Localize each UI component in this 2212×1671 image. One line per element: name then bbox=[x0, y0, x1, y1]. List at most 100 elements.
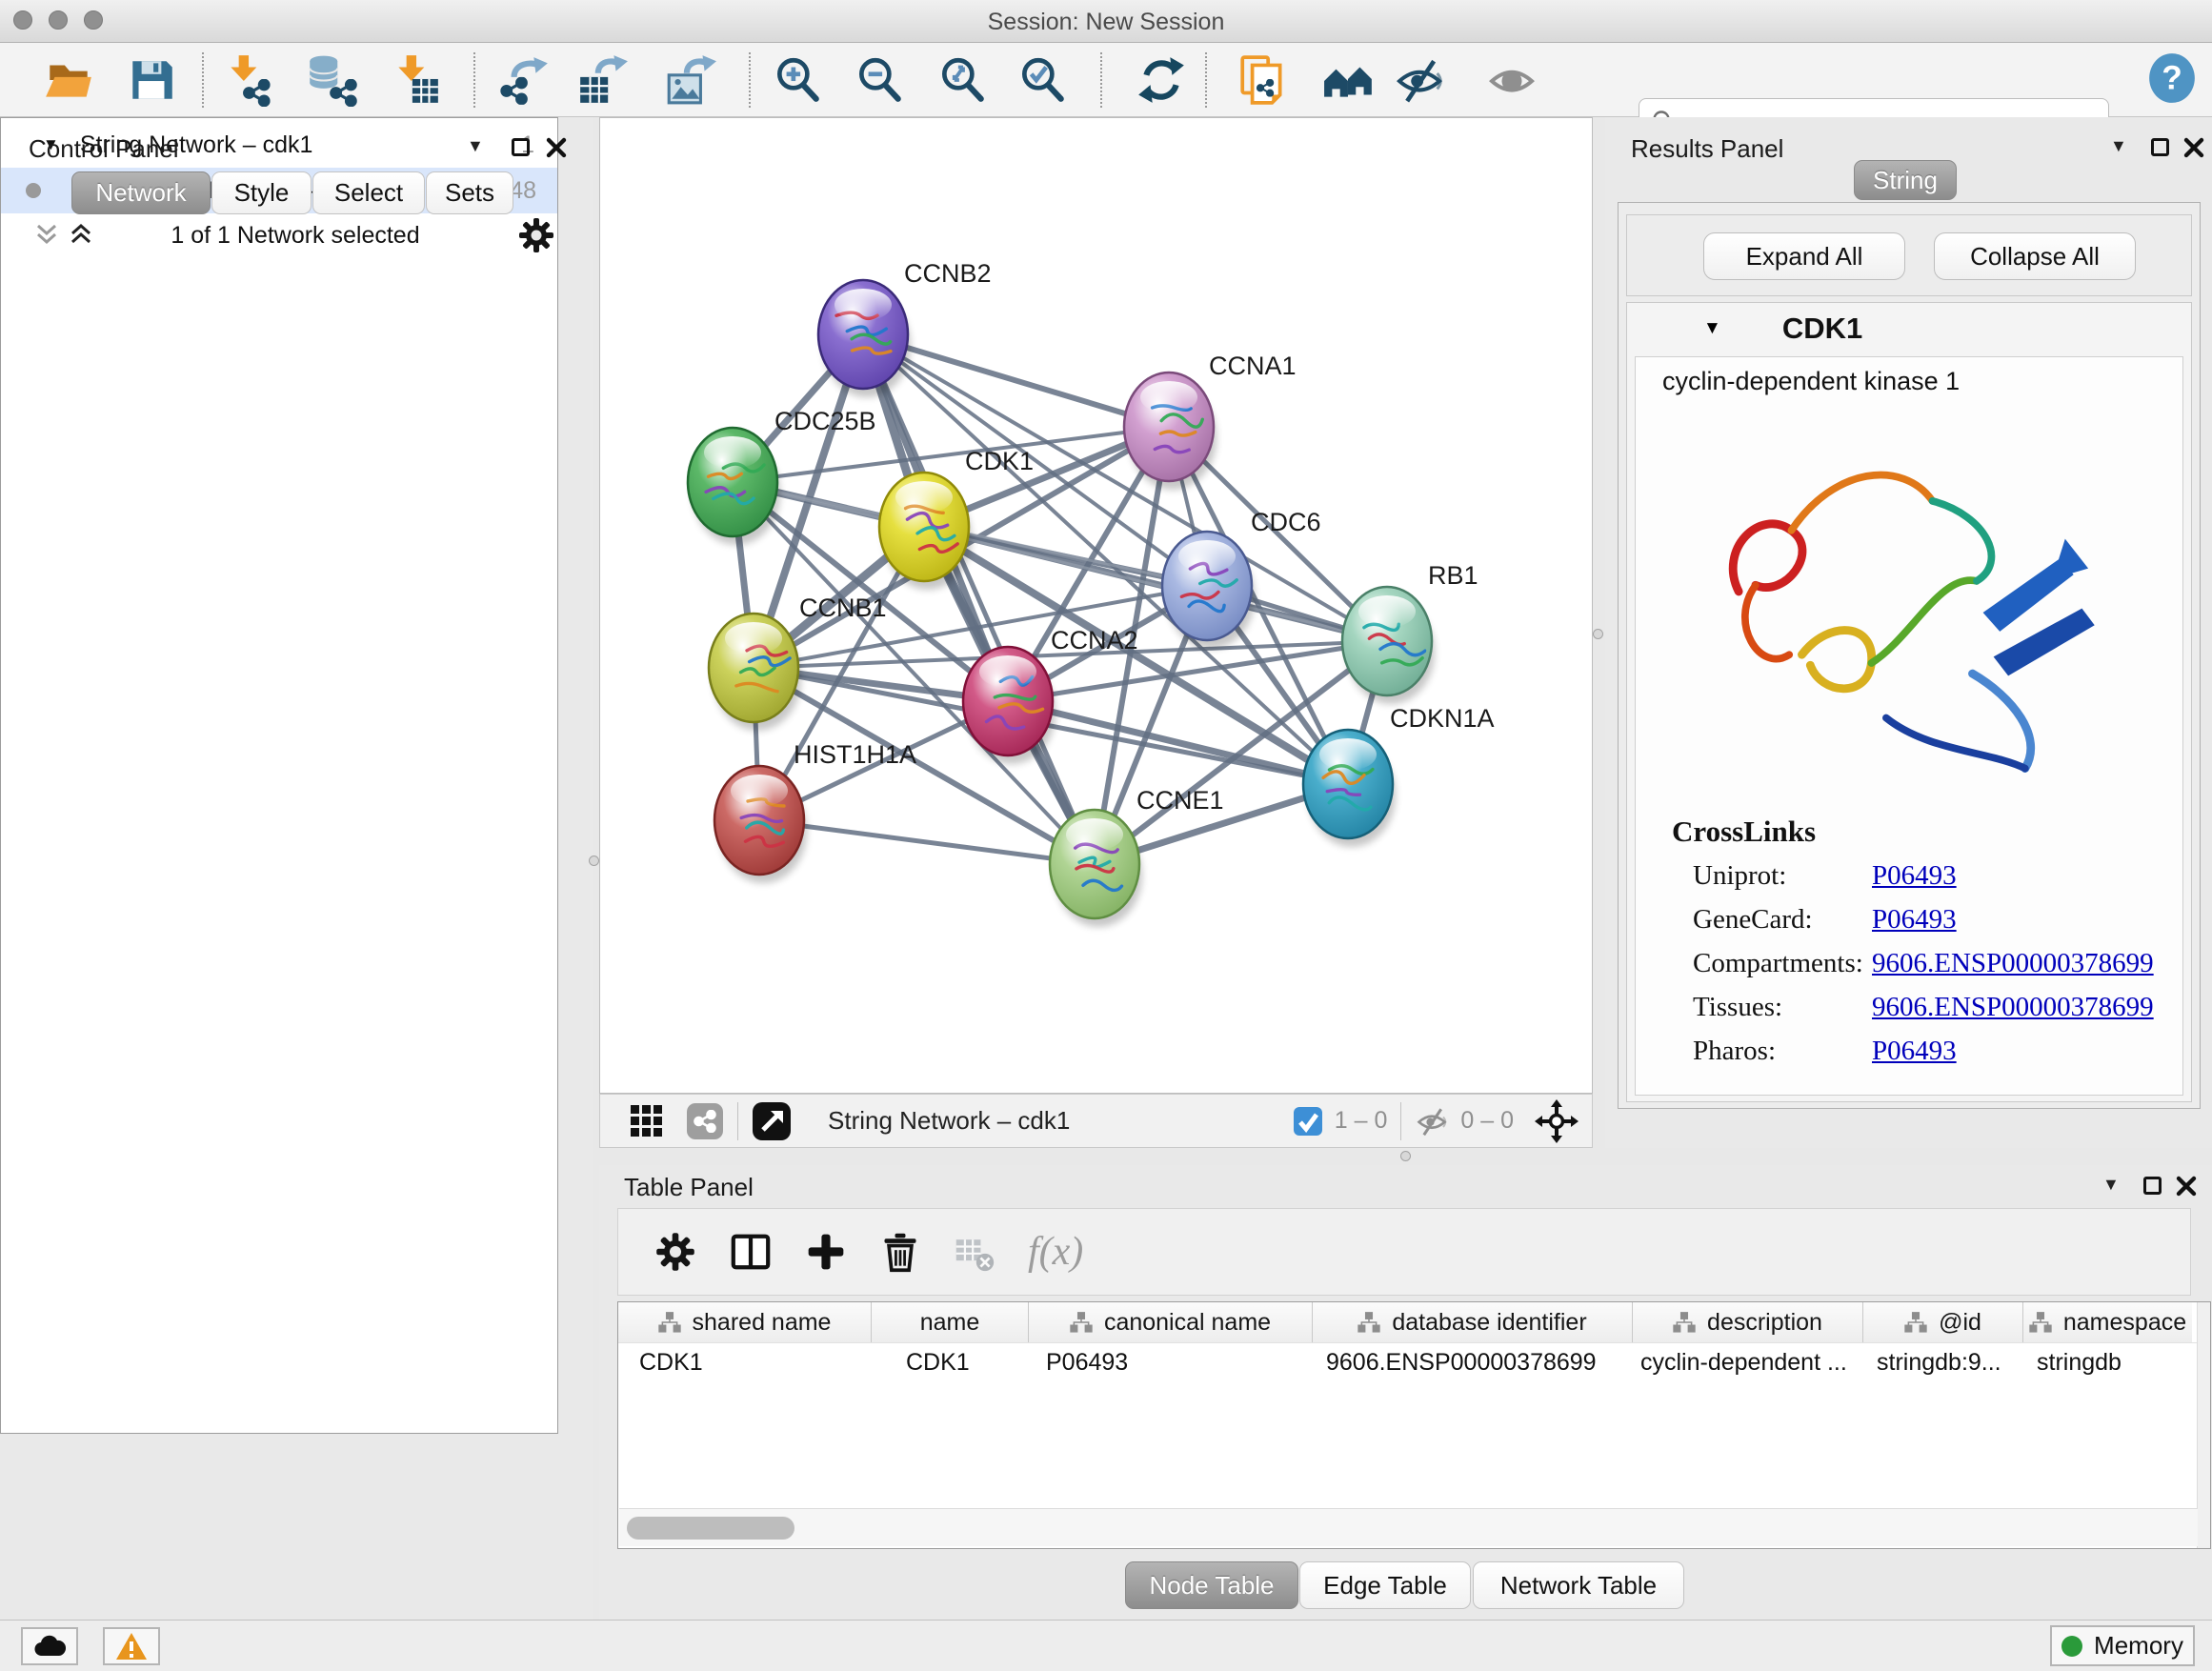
show-columns-icon[interactable] bbox=[729, 1230, 773, 1274]
results-panel-menu-icon[interactable]: ▼ bbox=[2110, 136, 2127, 156]
crosslink-value-link[interactable]: P06493 bbox=[1872, 904, 1957, 948]
column-label: database identifier bbox=[1392, 1309, 1586, 1337]
grid-view-icon[interactable] bbox=[629, 1103, 665, 1139]
section-expander-icon[interactable]: ▼ bbox=[1703, 318, 1721, 339]
warnings-button[interactable] bbox=[103, 1627, 160, 1665]
fit-content-crosshair-icon[interactable] bbox=[1535, 1099, 1579, 1143]
protein-description: cyclin-dependent kinase 1 bbox=[1636, 357, 2182, 396]
control-panel-float-icon[interactable] bbox=[512, 138, 530, 156]
tab-node-table-label: Node Table bbox=[1149, 1571, 1274, 1601]
table-horizontal-scrollbar[interactable] bbox=[619, 1508, 2198, 1546]
table-toolbar: f(x) bbox=[617, 1208, 2191, 1296]
export-network-icon[interactable] bbox=[498, 53, 552, 107]
crosslink-label: Uniprot: bbox=[1693, 860, 1872, 904]
crosslink-label: Pharos: bbox=[1693, 1036, 1872, 1079]
show-hidden-eye-icon[interactable] bbox=[1485, 53, 1538, 107]
cell-canonical-name[interactable]: P06493 bbox=[1029, 1343, 1313, 1381]
column-header-id[interactable]: @id bbox=[1863, 1302, 2023, 1342]
crosslink-value-link[interactable]: P06493 bbox=[1872, 860, 1957, 904]
table-row[interactable]: CDK1 CDK1 P06493 9606.ENSP00000378699 cy… bbox=[618, 1342, 2210, 1381]
network-options-gear-icon[interactable] bbox=[517, 216, 555, 254]
share-view-icon[interactable] bbox=[686, 1102, 724, 1140]
delete-column-trash-icon[interactable] bbox=[879, 1231, 921, 1273]
network-view-canvas[interactable]: CCNB2CCNA1CDC25BCDK1CDC6RB1CCNB1CCNA2CDK… bbox=[599, 117, 1593, 1094]
column-header-shared-name[interactable]: shared name bbox=[618, 1302, 872, 1342]
refresh-icon[interactable] bbox=[1135, 53, 1188, 107]
zoom-out-icon[interactable] bbox=[853, 53, 906, 107]
tab-network[interactable]: Network bbox=[71, 171, 211, 214]
zoom-fit-icon[interactable] bbox=[935, 53, 989, 107]
export-image-icon[interactable] bbox=[663, 53, 716, 107]
cell-name[interactable]: CDK1 bbox=[872, 1343, 1029, 1381]
hide-selection-eye-icon[interactable] bbox=[1393, 53, 1446, 107]
crosslink-value-link[interactable]: P06493 bbox=[1872, 1036, 1957, 1079]
export-table-icon[interactable] bbox=[576, 53, 630, 107]
column-label: name bbox=[920, 1309, 980, 1337]
results-panel-close-icon[interactable] bbox=[2183, 137, 2204, 158]
cell-database-identifier[interactable]: 9606.ENSP00000378699 bbox=[1313, 1343, 1633, 1381]
table-options-gear-icon[interactable] bbox=[654, 1231, 696, 1273]
left-splitter-handle[interactable] bbox=[589, 856, 599, 866]
hierarchy-icon bbox=[1070, 1312, 1093, 1333]
selected-checkbox-icon[interactable] bbox=[1293, 1106, 1323, 1137]
birdseye-view-icon[interactable] bbox=[752, 1101, 792, 1141]
tab-select[interactable]: Select bbox=[312, 171, 425, 214]
expand-all-icon[interactable] bbox=[67, 220, 95, 249]
bottom-splitter-handle[interactable] bbox=[1400, 1151, 1411, 1161]
table-panel-close-icon[interactable] bbox=[2176, 1176, 2197, 1197]
cell-description[interactable]: cyclin-dependent ... bbox=[1633, 1343, 1863, 1381]
import-network-icon[interactable] bbox=[221, 53, 274, 107]
save-session-icon[interactable] bbox=[125, 53, 178, 107]
cell-namespace[interactable]: stringdb bbox=[2023, 1343, 2192, 1381]
collapse-all-icon[interactable] bbox=[32, 220, 61, 249]
zoom-selected-icon[interactable] bbox=[1016, 53, 1069, 107]
network-graph[interactable]: CCNB2CCNA1CDC25BCDK1CDC6RB1CCNB1CCNA2CDK… bbox=[600, 118, 1592, 1093]
column-header-name[interactable]: name bbox=[872, 1302, 1029, 1342]
window-title-bar: Session: New Session bbox=[0, 0, 2212, 43]
column-header-description[interactable]: description bbox=[1633, 1302, 1863, 1342]
tab-sets[interactable]: Sets bbox=[426, 171, 513, 214]
tab-edge-table[interactable]: Edge Table bbox=[1299, 1561, 1471, 1609]
create-column-plus-icon[interactable] bbox=[805, 1231, 847, 1273]
results-panel-float-icon[interactable] bbox=[2151, 138, 2169, 156]
cell-shared-name[interactable]: CDK1 bbox=[618, 1343, 872, 1381]
node-label: CCNE1 bbox=[1136, 786, 1224, 815]
memory-button[interactable]: Memory bbox=[2050, 1625, 2195, 1666]
import-network-from-database-icon[interactable] bbox=[304, 53, 357, 107]
tab-network-table[interactable]: Network Table bbox=[1473, 1561, 1684, 1609]
import-table-icon[interactable] bbox=[389, 53, 442, 107]
node-label: RB1 bbox=[1428, 561, 1478, 590]
column-header-namespace[interactable]: namespace bbox=[2023, 1302, 2192, 1342]
crosslink-value-link[interactable]: 9606.ENSP00000378699 bbox=[1872, 992, 2154, 1036]
tab-style-label: Style bbox=[234, 178, 290, 208]
control-panel-menu-icon[interactable]: ▼ bbox=[467, 136, 484, 156]
zoom-in-icon[interactable] bbox=[771, 53, 824, 107]
control-panel-title-text: Control Panel bbox=[29, 134, 179, 163]
help-button[interactable]: ? bbox=[2145, 51, 2199, 105]
tab-node-table[interactable]: Node Table bbox=[1125, 1561, 1298, 1609]
table-panel-menu-icon[interactable]: ▼ bbox=[2102, 1175, 2120, 1195]
cloud-status-button[interactable] bbox=[21, 1627, 78, 1665]
node-label: CCNA2 bbox=[1051, 626, 1138, 654]
control-panel-close-icon[interactable] bbox=[546, 137, 567, 158]
node-label: CDC6 bbox=[1251, 508, 1321, 536]
function-builder-fx-icon[interactable]: f(x) bbox=[1028, 1229, 1083, 1275]
column-header-database-identifier[interactable]: database identifier bbox=[1313, 1302, 1633, 1342]
table-panel-float-icon[interactable] bbox=[2143, 1177, 2162, 1195]
crosslink-value-link[interactable]: 9606.ENSP00000378699 bbox=[1872, 948, 2154, 992]
column-header-canonical-name[interactable]: canonical name bbox=[1029, 1302, 1313, 1342]
string-results-container: Expand All Collapse All ▼ CDK1 cyclin-de… bbox=[1618, 202, 2201, 1109]
collapse-all-button[interactable]: Collapse All bbox=[1934, 232, 2136, 280]
show-all-networks-houses-icon[interactable] bbox=[1322, 53, 1376, 107]
delete-table-icon[interactable] bbox=[954, 1231, 995, 1273]
scrollbar-thumb[interactable] bbox=[627, 1517, 794, 1540]
right-splitter-handle[interactable] bbox=[1593, 629, 1603, 639]
tab-style[interactable]: Style bbox=[211, 171, 312, 214]
tab-string[interactable]: String bbox=[1854, 160, 1957, 200]
copy-document-icon[interactable] bbox=[1237, 53, 1290, 107]
cell-id[interactable]: stringdb:9... bbox=[1863, 1343, 2023, 1381]
cdk1-section-header[interactable]: ▼ CDK1 bbox=[1627, 303, 2191, 354]
open-session-icon[interactable] bbox=[42, 53, 95, 107]
table-vertical-scrollbar[interactable] bbox=[2197, 1302, 2210, 1548]
expand-all-button[interactable]: Expand All bbox=[1703, 232, 1905, 280]
